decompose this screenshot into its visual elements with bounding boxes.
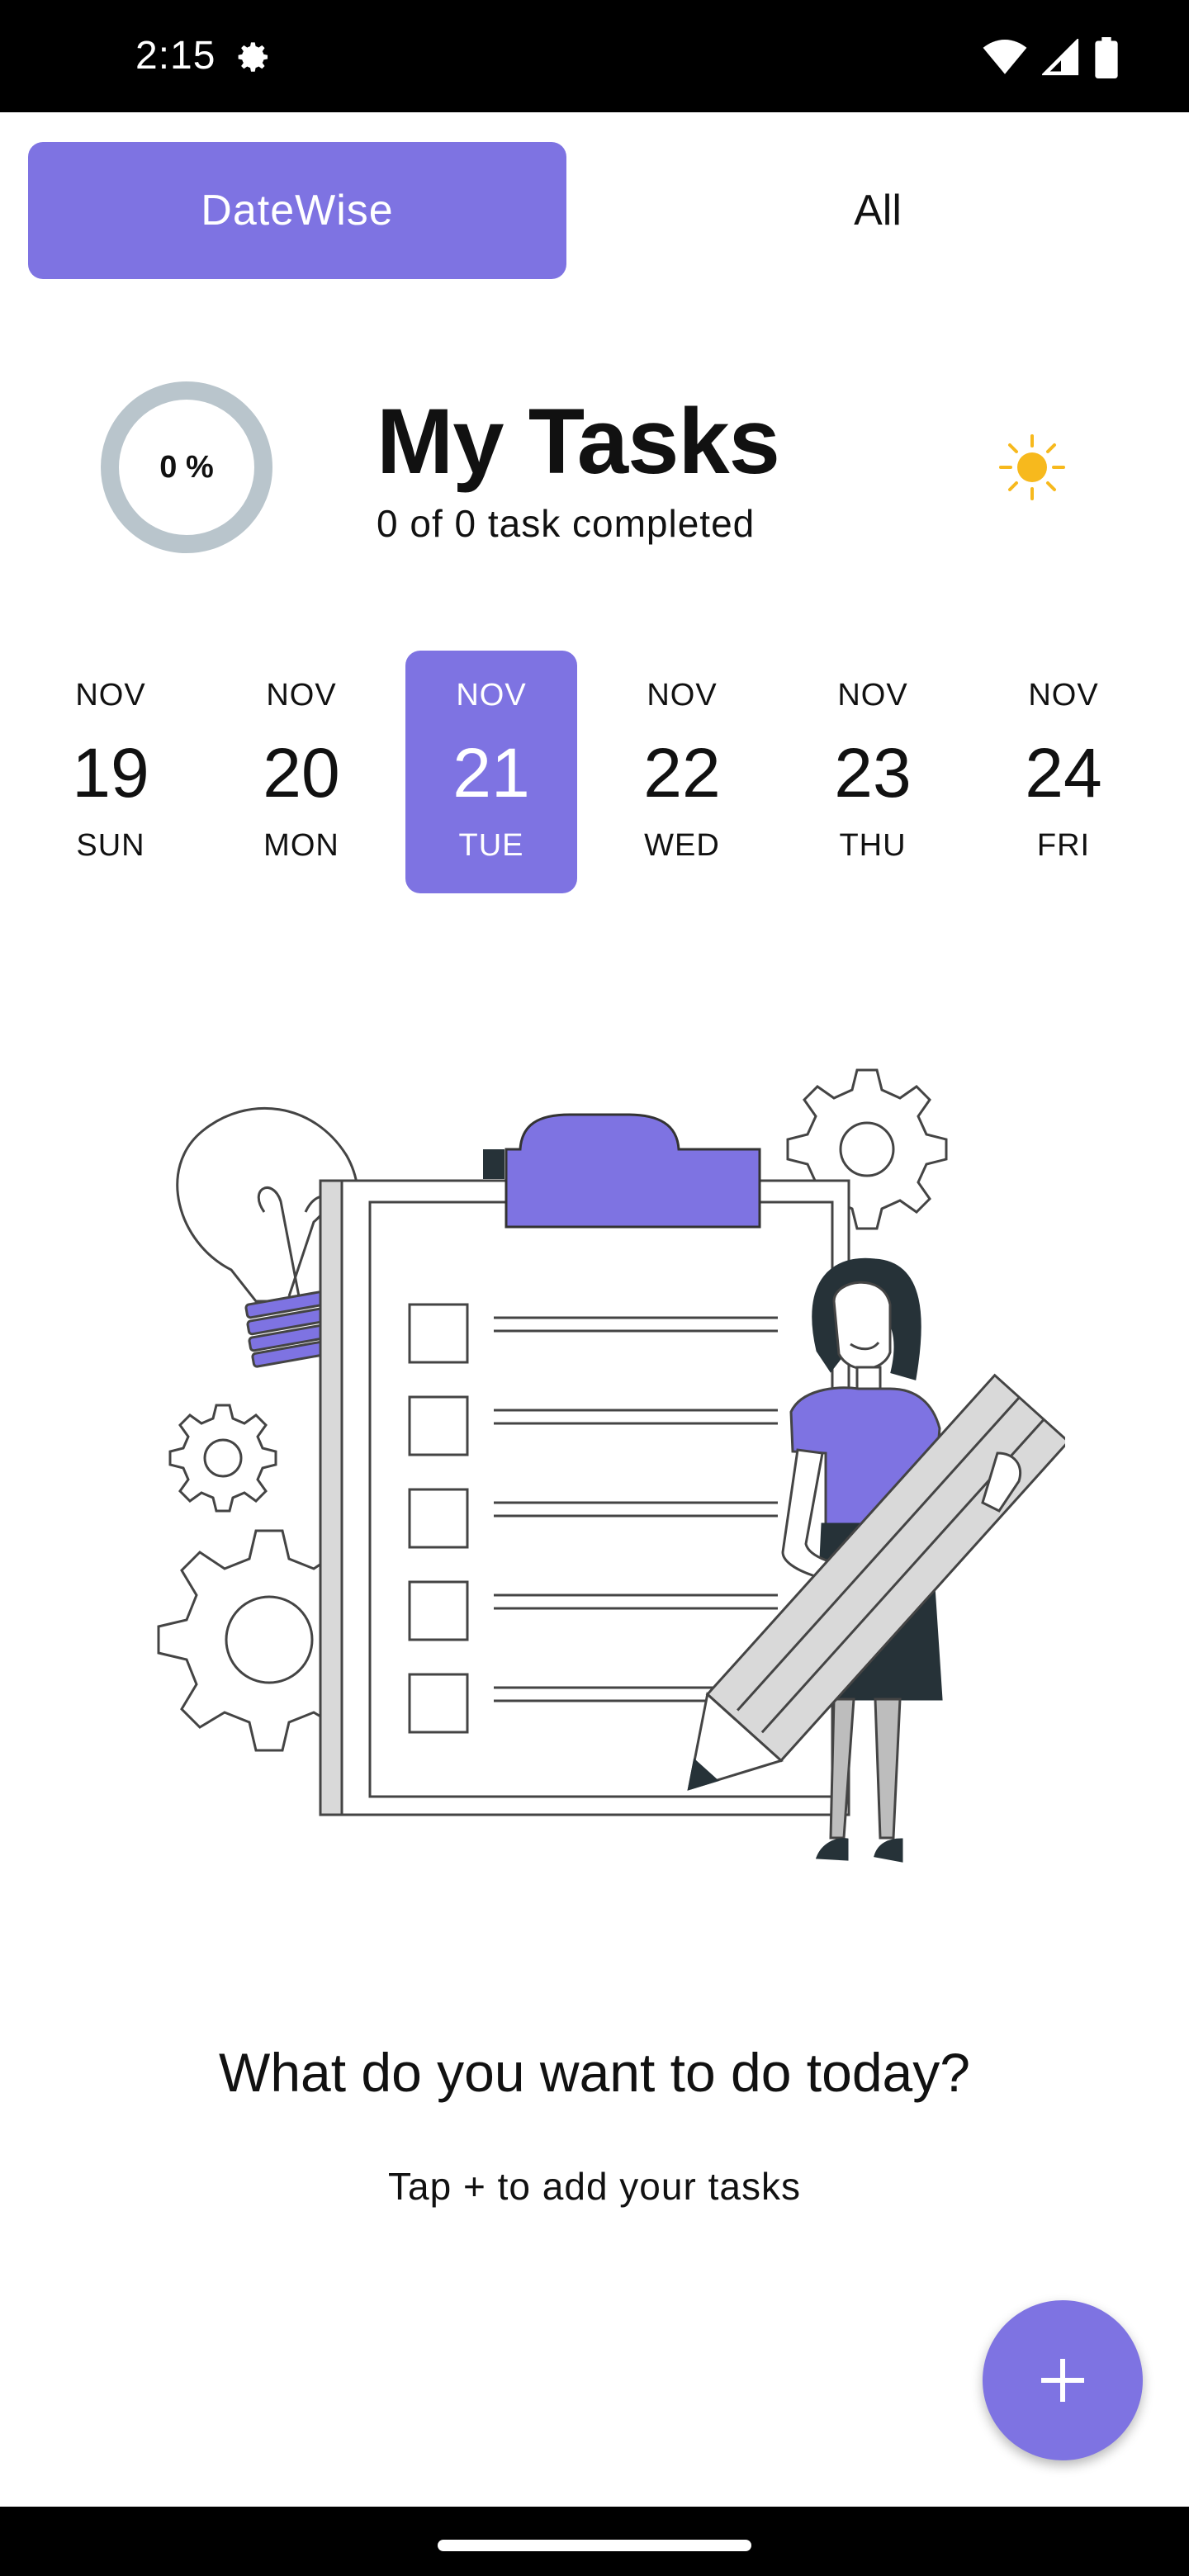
cell-signal-icon xyxy=(1042,39,1079,76)
date-month: NOV xyxy=(456,678,527,713)
date-weekday: TUE xyxy=(458,828,524,863)
date-item-nov-20[interactable]: NOV 20 MON xyxy=(216,651,387,893)
date-weekday: MON xyxy=(263,828,339,863)
progress-percent-label: 0 % xyxy=(159,449,214,485)
date-item-nov-19[interactable]: NOV 19 SUN xyxy=(25,651,197,893)
status-icons xyxy=(983,33,1118,83)
date-day: 22 xyxy=(643,734,721,812)
add-task-button[interactable] xyxy=(983,2300,1143,2460)
date-weekday: FRI xyxy=(1036,828,1091,863)
date-day: 20 xyxy=(263,734,340,812)
date-day: 21 xyxy=(452,734,530,812)
empty-state-subtitle: Tap + to add your tasks xyxy=(388,2165,801,2208)
tasks-completed-summary: 0 of 0 task completed xyxy=(377,502,756,545)
date-item-nov-24[interactable]: NOV 24 FRI xyxy=(978,651,1149,893)
date-month: NOV xyxy=(1028,678,1099,713)
date-weekday: WED xyxy=(644,828,720,863)
settings-gear-icon xyxy=(238,42,268,72)
battery-icon xyxy=(1095,37,1118,78)
date-item-nov-21-selected[interactable]: NOV 21 TUE xyxy=(405,651,577,893)
empty-state-title: What do you want to do today? xyxy=(219,2042,970,2103)
sun-icon[interactable] xyxy=(997,433,1067,502)
date-month: NOV xyxy=(837,678,908,713)
tab-datewise[interactable]: DateWise xyxy=(28,142,566,279)
plus-icon xyxy=(1041,2359,1084,2402)
date-month: NOV xyxy=(266,678,337,713)
date-day: 19 xyxy=(72,734,149,812)
date-day: 24 xyxy=(1025,734,1102,812)
status-time: 2:15 xyxy=(135,34,216,78)
small-gear-icon xyxy=(168,1404,277,1513)
date-weekday: THU xyxy=(839,828,907,863)
status-bar: 2:15 xyxy=(0,0,1189,112)
empty-state-illustration xyxy=(157,1068,1065,1863)
date-month: NOV xyxy=(75,678,146,713)
home-gesture-handle[interactable] xyxy=(438,2540,751,2551)
tab-all[interactable]: All xyxy=(611,142,1144,279)
date-item-nov-23[interactable]: NOV 23 THU xyxy=(787,651,959,893)
date-item-nov-22[interactable]: NOV 22 WED xyxy=(596,651,768,893)
wifi-icon xyxy=(983,40,1027,74)
date-day: 23 xyxy=(834,734,912,812)
page-title: My Tasks xyxy=(377,390,780,493)
date-weekday: SUN xyxy=(76,828,145,863)
date-month: NOV xyxy=(647,678,718,713)
system-nav-bar xyxy=(0,2507,1189,2576)
